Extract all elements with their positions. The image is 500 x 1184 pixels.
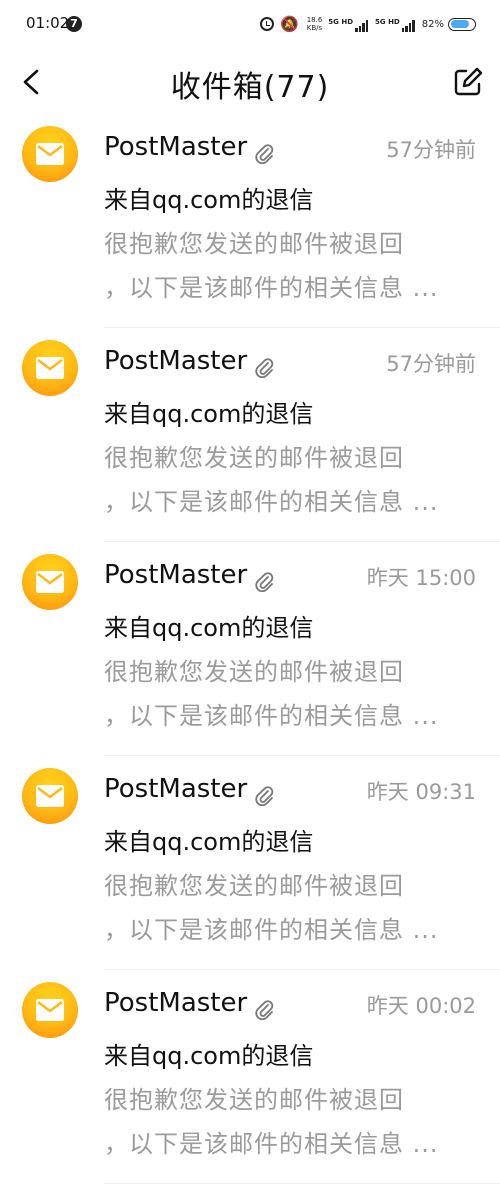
mail-item[interactable]: PostMaster 57分钟前 来自qq.com的退信 很抱歉您发送的邮件被退… bbox=[0, 328, 500, 542]
network-speed-unit: KB/s bbox=[306, 24, 323, 32]
attachment-icon bbox=[255, 786, 274, 806]
mail-preview-line1: 很抱歉您发送的邮件被退回 bbox=[104, 1086, 404, 1114]
envelope-icon bbox=[36, 999, 64, 1021]
mail-preview-line1: 很抱歉您发送的邮件被退回 bbox=[104, 230, 404, 258]
network-speed-value: 18.6 bbox=[306, 16, 323, 24]
mail-preview-line1: 很抱歉您发送的邮件被退回 bbox=[104, 872, 404, 900]
battery-percent-symbol: % bbox=[434, 18, 444, 30]
status-bar: 01:02 7 🔕 18.6 KB/s 5G HD 5G HD 82% bbox=[0, 0, 500, 50]
alarm-icon bbox=[260, 17, 274, 31]
mail-list: PostMaster 57分钟前 来自qq.com的退信 很抱歉您发送的邮件被退… bbox=[0, 114, 500, 1184]
mail-subject: 来自qq.com的退信 bbox=[104, 614, 314, 642]
mail-time: 昨天 00:02 bbox=[366, 994, 476, 1018]
mail-preview-line2: ，以下是该邮件的相关信息 ... bbox=[104, 488, 439, 516]
mute-icon: 🔕 bbox=[280, 15, 299, 33]
status-icons: 🔕 18.6 KB/s 5G HD 5G HD 82% bbox=[254, 12, 476, 36]
battery-icon bbox=[448, 17, 476, 31]
mail-item[interactable]: PostMaster 昨天 00:02 来自qq.com的退信 很抱歉您发送的邮… bbox=[0, 970, 500, 1184]
sender-avatar bbox=[22, 126, 78, 182]
attachment-icon bbox=[255, 1000, 274, 1020]
battery-fill bbox=[450, 20, 470, 28]
mail-time: 57分钟前 bbox=[386, 352, 476, 376]
network-speed: 18.6 KB/s bbox=[307, 16, 323, 32]
battery-percent-value: 82 bbox=[421, 18, 435, 30]
sender-avatar bbox=[22, 982, 78, 1038]
mail-preview-line2: ，以下是该邮件的相关信息 ... bbox=[104, 916, 439, 944]
mail-preview-line1: 很抱歉您发送的邮件被退回 bbox=[104, 444, 404, 472]
envelope-icon bbox=[36, 357, 64, 379]
sim2-label: 5G HD bbox=[375, 18, 400, 26]
mail-time: 昨天 09:31 bbox=[366, 780, 476, 804]
attachment-icon bbox=[255, 358, 274, 378]
envelope-icon bbox=[36, 571, 64, 593]
mail-subject: 来自qq.com的退信 bbox=[104, 1042, 314, 1070]
mail-item[interactable]: PostMaster 昨天 09:31 来自qq.com的退信 很抱歉您发送的邮… bbox=[0, 756, 500, 970]
sender-name: PostMaster bbox=[104, 346, 248, 376]
mail-preview-line1: 很抱歉您发送的邮件被退回 bbox=[104, 658, 404, 686]
attachment-icon bbox=[255, 572, 274, 592]
notification-badge: 7 bbox=[66, 16, 82, 32]
mail-subject: 来自qq.com的退信 bbox=[104, 828, 314, 856]
compose-button[interactable] bbox=[452, 66, 484, 98]
app-header: 收件箱(77) bbox=[0, 50, 500, 114]
sim2-signal-icon: 5G HD bbox=[375, 16, 416, 32]
sender-name: PostMaster bbox=[104, 774, 248, 804]
mail-preview-line2: ，以下是该邮件的相关信息 ... bbox=[104, 702, 439, 730]
mail-subject: 来自qq.com的退信 bbox=[104, 186, 314, 214]
sender-avatar bbox=[22, 554, 78, 610]
mail-time: 昨天 15:00 bbox=[366, 566, 476, 590]
status-time: 01:02 bbox=[26, 14, 70, 32]
attachment-icon bbox=[255, 144, 274, 164]
mail-subject: 来自qq.com的退信 bbox=[104, 400, 314, 428]
sender-avatar bbox=[22, 768, 78, 824]
battery-percent: 82% bbox=[422, 19, 444, 30]
envelope-icon bbox=[36, 785, 64, 807]
envelope-icon bbox=[36, 143, 64, 165]
page-title: 收件箱(77) bbox=[170, 70, 330, 105]
sender-name: PostMaster bbox=[104, 132, 248, 162]
mail-preview-line2: ，以下是该邮件的相关信息 ... bbox=[104, 1130, 439, 1158]
sender-avatar bbox=[22, 340, 78, 396]
mail-item[interactable]: PostMaster 昨天 15:00 来自qq.com的退信 很抱歉您发送的邮… bbox=[0, 542, 500, 756]
sender-name: PostMaster bbox=[104, 988, 248, 1018]
mail-item[interactable]: PostMaster 57分钟前 来自qq.com的退信 很抱歉您发送的邮件被退… bbox=[0, 114, 500, 328]
sender-name: PostMaster bbox=[104, 560, 248, 590]
sim1-signal-icon: 5G HD bbox=[328, 16, 369, 32]
mail-preview-line2: ，以下是该邮件的相关信息 ... bbox=[104, 274, 439, 302]
sim1-label: 5G HD bbox=[328, 18, 354, 26]
edit-icon bbox=[454, 67, 483, 96]
mail-time: 57分钟前 bbox=[386, 138, 476, 162]
